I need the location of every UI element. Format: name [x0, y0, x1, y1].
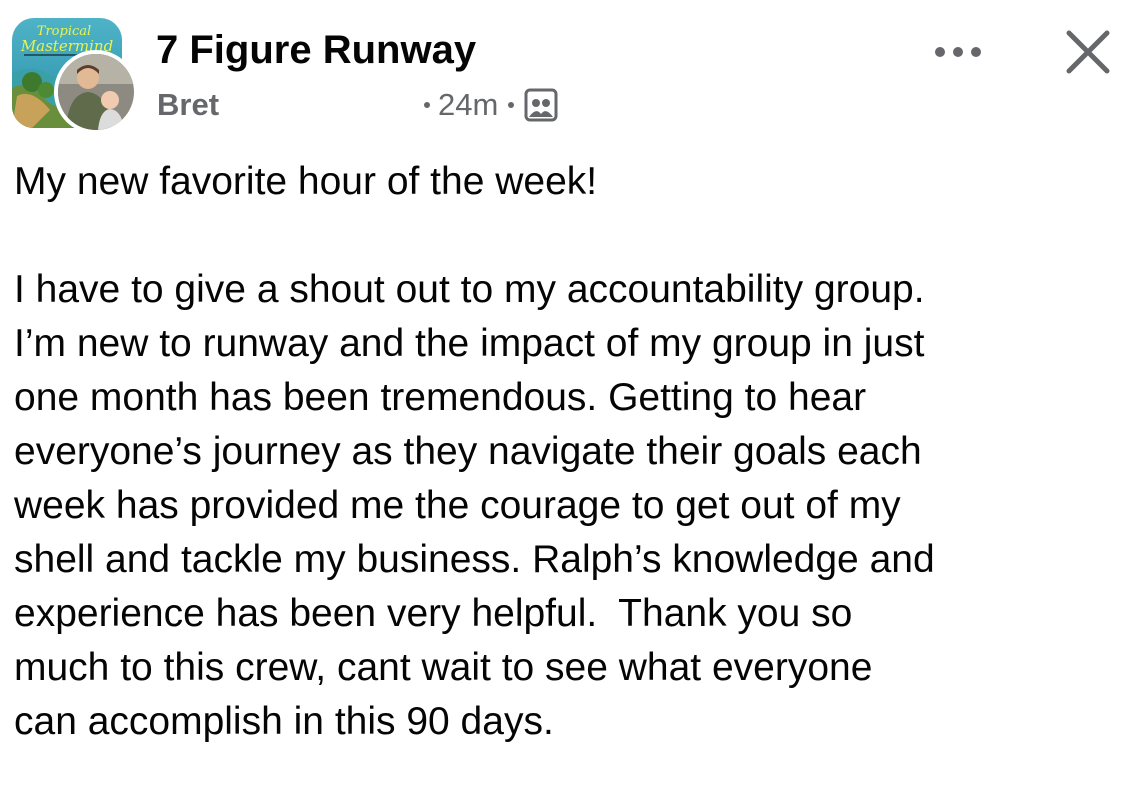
author-avatar[interactable]	[58, 54, 134, 130]
separator-dot	[424, 102, 430, 108]
more-horizontal-icon	[953, 47, 963, 57]
group-members-icon	[524, 88, 558, 122]
post-line: experience has been very helpful. Thank …	[14, 592, 853, 635]
post-timestamp[interactable]: 24m	[438, 87, 498, 123]
group-avatar-title-bottom: Mastermind	[20, 37, 113, 55]
post-meta: 24m	[424, 86, 558, 124]
group-name[interactable]: 7 Figure Runway	[156, 26, 476, 74]
more-horizontal-icon	[971, 47, 981, 57]
more-horizontal-icon	[935, 47, 945, 57]
author-name[interactable]: Bret	[157, 86, 219, 124]
post-line: much to this crew, cant wait to see what…	[14, 646, 873, 689]
post-line: everyone’s journey as they navigate thei…	[14, 430, 922, 473]
close-icon	[1066, 30, 1110, 74]
post-line: shell and tackle my business. Ralph’s kn…	[14, 538, 935, 581]
separator-dot	[508, 102, 515, 108]
post-line: week has provided me the courage to get …	[14, 484, 901, 527]
paragraph-break	[14, 209, 1124, 263]
post-line: can accomplish in this 90 days.	[14, 700, 554, 743]
close-button[interactable]	[1062, 26, 1114, 78]
post-line: I have to give a shout out to my account…	[14, 268, 925, 311]
post-line: I’m new to runway and the impact of my g…	[14, 322, 925, 365]
post-text: My new favorite hour of the week! I have…	[14, 155, 1124, 749]
post-headline: My new favorite hour of the week!	[14, 160, 598, 203]
author-avatar-image	[58, 54, 134, 130]
more-options-button[interactable]	[928, 34, 988, 70]
post-line: one month has been tremendous. Getting t…	[14, 376, 867, 419]
post-header: Tropical Mastermind 7 Figure Runway Bret…	[0, 0, 1140, 140]
